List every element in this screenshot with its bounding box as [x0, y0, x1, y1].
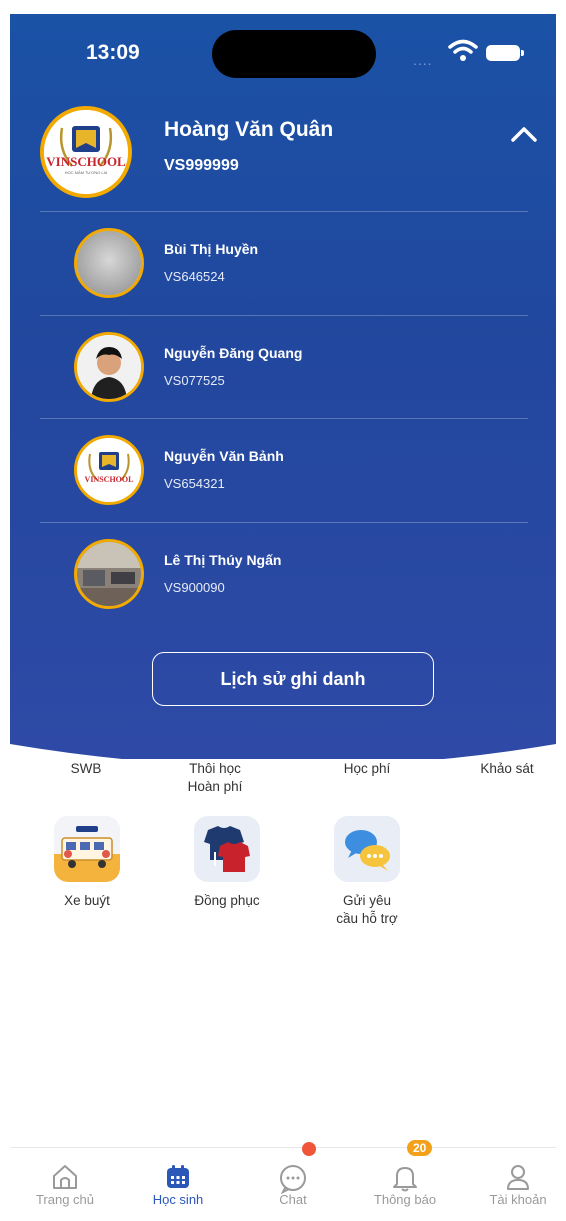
chat-icon — [280, 1165, 306, 1194]
account-item[interactable]: Bùi Thị Huyền VS646524 — [74, 228, 556, 300]
battery-icon — [486, 45, 524, 61]
account-id: VS077525 — [164, 373, 225, 388]
bottom-nav: Trang chủ Học sinh Chat 20 Thông báo Tài… — [10, 1140, 556, 1221]
student-id: VS999999 — [164, 157, 239, 174]
app-screen: 13:09 .... VINSCHOOL HỌC MẦM TƯƠNG LAI H… — [10, 14, 556, 1221]
menu-withdraw-line2: Hoàn phí — [187, 779, 243, 794]
menu-withdraw-line1: Thôi học — [189, 761, 241, 776]
vinschool-logo: VINSCHOOL HỌC MẦM TƯƠNG LAI — [44, 110, 128, 194]
account-name: Lê Thị Thúy Ngấn — [164, 552, 282, 568]
nav-account[interactable]: Tài khoản — [468, 1148, 556, 1221]
enrollment-history-button[interactable]: Lịch sử ghi danh — [152, 652, 434, 706]
dynamic-island — [212, 30, 376, 78]
signal-icon: .... — [413, 52, 433, 68]
bus-tile[interactable] — [54, 816, 120, 882]
account-name: Bùi Thị Huyền — [164, 241, 259, 257]
nav-students[interactable]: Học sinh — [128, 1148, 228, 1221]
support-chat-icon — [334, 816, 400, 882]
menu-swb[interactable]: SWB — [50, 760, 122, 778]
divider — [40, 315, 528, 316]
account-avatar: VINSCHOOL — [74, 435, 144, 505]
main-avatar[interactable]: VINSCHOOL HỌC MẦM TƯƠNG LAI — [40, 106, 132, 198]
divider — [40, 522, 528, 523]
account-avatar — [74, 539, 144, 609]
menu-tuition[interactable]: Học phí — [322, 760, 412, 778]
chevron-up-icon[interactable] — [506, 116, 542, 152]
account-avatar — [74, 332, 144, 402]
uniform-icon — [194, 816, 260, 882]
nav-notifications-label: Thông báo — [373, 1192, 437, 1207]
account-id: VS900090 — [164, 580, 225, 595]
uniform-tile[interactable] — [194, 816, 260, 882]
home-icon — [53, 1165, 77, 1189]
bell-icon — [393, 1167, 417, 1192]
notification-badge: 20 — [407, 1140, 433, 1156]
support-label: Gửi yêu cầu hỗ trợ — [312, 892, 422, 928]
nav-students-label: Học sinh — [152, 1192, 204, 1207]
bus-label: Xe buýt — [64, 893, 110, 908]
student-name: Hoàng Văn Quân — [164, 118, 334, 141]
divider — [40, 418, 528, 419]
account-id: VS654321 — [164, 476, 225, 491]
menu-withdraw[interactable]: Thôi học Hoàn phí — [170, 760, 260, 796]
account-name: Nguyễn Đăng Quang — [164, 345, 303, 361]
menu-survey[interactable]: Khảo sát — [462, 760, 552, 778]
nav-home-label: Trang chủ — [35, 1192, 95, 1207]
divider — [40, 211, 528, 212]
main-logo-tagline: HỌC MẦM TƯƠNG LAI — [65, 170, 108, 175]
account-avatar — [74, 228, 144, 298]
account-id: VS646524 — [164, 269, 225, 284]
support-tile[interactable] — [334, 816, 400, 882]
support-label-line1: Gửi yêu — [342, 893, 392, 908]
bus-icon — [54, 816, 120, 882]
nav-chat-label: Chat — [279, 1192, 307, 1207]
account-logo-text: VINSCHOOL — [85, 475, 134, 484]
chat-unread-dot — [302, 1142, 316, 1156]
support-label-line2: cầu hỗ trợ — [336, 911, 398, 926]
account-item[interactable]: Lê Thị Thúy Ngấn VS900090 — [74, 539, 556, 611]
status-time: 13:09 — [86, 41, 140, 64]
user-icon — [507, 1165, 529, 1190]
calendar-icon — [167, 1165, 189, 1188]
uniform-label: Đồng phục — [194, 893, 260, 908]
main-logo-text: VINSCHOOL — [46, 154, 126, 169]
nav-chat[interactable]: Chat — [243, 1142, 343, 1221]
nav-account-label: Tài khoản — [489, 1192, 547, 1207]
nav-home[interactable]: Trang chủ — [15, 1148, 115, 1221]
account-item[interactable]: Nguyễn Đăng Quang VS077525 — [74, 332, 556, 404]
wifi-icon — [448, 39, 478, 61]
account-item[interactable]: VINSCHOOL Nguyễn Văn Bảnh VS654321 — [74, 435, 556, 507]
nav-notifications[interactable]: 20 Thông báo — [355, 1140, 455, 1221]
account-name: Nguyễn Văn Bảnh — [164, 448, 284, 464]
